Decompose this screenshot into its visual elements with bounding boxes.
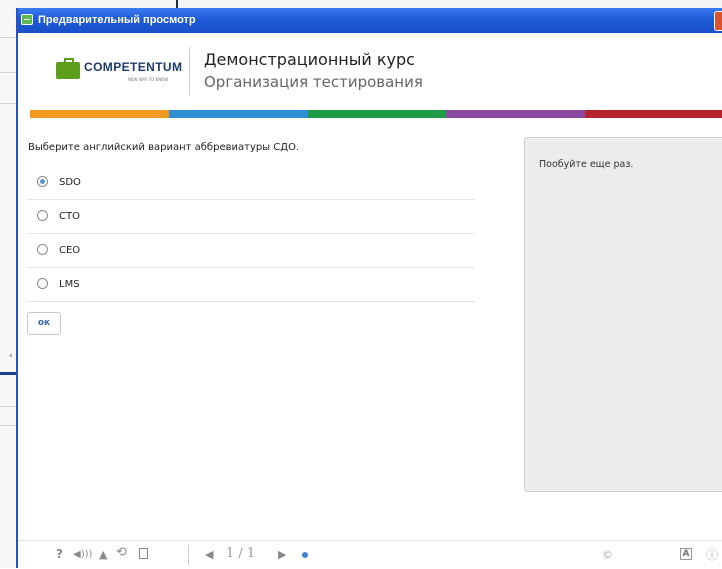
background-app-top: [0, 0, 722, 8]
radio-button[interactable]: [37, 176, 48, 187]
player-toolbar: ? ◀))) ▲ ⟲ ◀ 1 / 1 ▶ © A ⓘ: [18, 540, 722, 569]
answer-option[interactable]: SDO: [27, 166, 475, 200]
answer-option[interactable]: CEO: [27, 234, 475, 268]
window-titlebar[interactable]: Предварительный просмотр: [18, 8, 722, 33]
background-app-panel: ‹: [0, 0, 16, 568]
window-title: Предварительный просмотр: [38, 14, 196, 26]
question-text: Выберите английский вариант аббревиатуры…: [28, 142, 300, 153]
color-stripe: [30, 110, 722, 118]
stripe-segment: [585, 110, 722, 118]
page-icon[interactable]: [139, 548, 148, 559]
ok-button[interactable]: ок: [27, 312, 61, 335]
logo-wordmark: COMPETENTUM: [84, 60, 183, 74]
page-indicator-dot[interactable]: [302, 552, 308, 558]
section-title: Организация тестирования: [204, 73, 423, 91]
briefcase-icon: [56, 58, 80, 79]
toolbar-divider: [188, 545, 189, 565]
window-close-button[interactable]: [714, 11, 722, 31]
radio-button[interactable]: [37, 244, 48, 255]
stripe-segment: [168, 110, 308, 118]
background-app-divider: [176, 0, 178, 8]
header-divider: [189, 47, 190, 95]
answer-option[interactable]: CTO: [27, 200, 475, 234]
preview-window: Предварительный просмотр COMPETENTUM NEW…: [16, 8, 722, 569]
answer-option-label: CTO: [59, 211, 80, 222]
answer-option-label: CEO: [59, 245, 81, 256]
window-app-icon: [21, 14, 33, 25]
accessibility-icon[interactable]: A: [680, 548, 692, 560]
copyright-icon[interactable]: ©: [602, 548, 613, 561]
answer-option-label: LMS: [59, 279, 80, 290]
volume-icon[interactable]: ◀))): [73, 549, 92, 560]
stripe-segment: [30, 110, 169, 118]
feedback-panel: Пообуйте еще раз.: [524, 137, 722, 492]
reload-icon[interactable]: ⟲: [116, 545, 127, 560]
logo-tagline: NEW WAY TO KNOW: [128, 77, 169, 82]
answer-option[interactable]: LMS: [27, 268, 475, 302]
help-icon[interactable]: ?: [56, 547, 63, 561]
stripe-segment: [446, 110, 586, 118]
answer-option-label: SDO: [59, 177, 81, 188]
prev-page-icon[interactable]: ◀: [205, 548, 213, 561]
page-counter: 1 / 1: [226, 546, 256, 561]
info-icon[interactable]: ⓘ: [706, 546, 718, 563]
course-title: Демонстрационный курс: [204, 50, 415, 69]
radio-button[interactable]: [37, 278, 48, 289]
next-page-icon[interactable]: ▶: [278, 548, 286, 561]
answer-options: SDO CTO CEO LMS: [27, 166, 475, 302]
feedback-text: Пообуйте еще раз.: [539, 159, 634, 170]
stripe-segment: [307, 110, 447, 118]
radio-button[interactable]: [37, 210, 48, 221]
course-header: COMPETENTUM NEW WAY TO KNOW Демонстрацио…: [18, 33, 722, 111]
triangle-up-icon[interactable]: ▲: [99, 548, 107, 561]
